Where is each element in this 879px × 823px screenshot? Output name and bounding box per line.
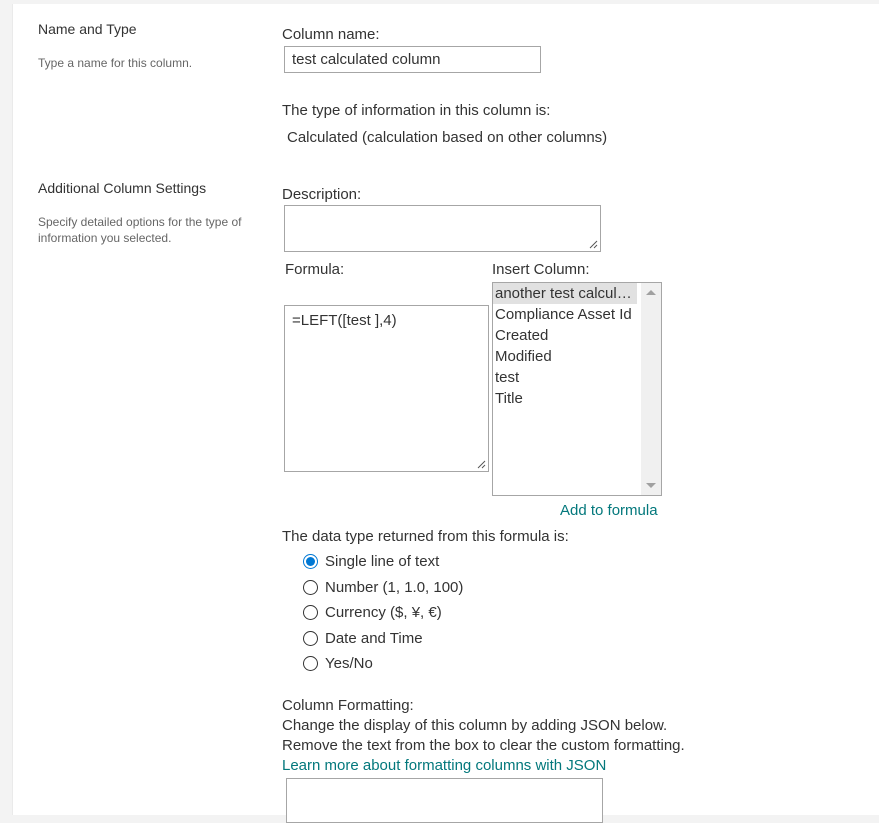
radio-button[interactable]	[303, 630, 318, 646]
return-type-option[interactable]: Single line of text	[303, 551, 439, 571]
insert-column-list: another test calculated columnCompliance…	[493, 283, 661, 409]
description-textarea[interactable]	[284, 205, 601, 252]
radio-label: Yes/No	[325, 654, 373, 672]
resize-grip-icon[interactable]	[476, 459, 486, 469]
name-and-type-title: Name and Type	[38, 21, 137, 37]
column-name-label: Column name:	[282, 26, 380, 43]
column-formatting-line2: Remove the text from the box to clear th…	[282, 737, 685, 754]
column-formatting-textarea[interactable]	[286, 778, 603, 823]
column-formatting-line1: Change the display of this column by add…	[282, 717, 668, 734]
column-settings-panel: Name and Type Type a name for this colum…	[12, 4, 879, 823]
return-type-option[interactable]: Currency ($, ¥, €)	[303, 602, 442, 622]
learn-more-json-link[interactable]: Learn more about formatting columns with…	[282, 756, 606, 776]
listbox-scrollbar[interactable]	[641, 283, 661, 495]
insert-column-option[interactable]: Compliance Asset Id	[493, 304, 637, 325]
radio-label: Currency ($, ¥, €)	[325, 603, 442, 621]
radio-label: Number (1, 1.0, 100)	[325, 578, 464, 596]
radio-label: Single line of text	[325, 552, 440, 570]
resize-grip-icon[interactable]	[588, 239, 598, 249]
insert-column-option[interactable]: Modified	[493, 346, 637, 367]
insert-column-label: Insert Column:	[492, 261, 590, 278]
insert-column-option[interactable]: Created	[493, 325, 637, 346]
type-info-value: Calculated (calculation based on other c…	[287, 129, 608, 146]
description-label: Description:	[282, 186, 362, 203]
scroll-up-icon[interactable]	[646, 290, 656, 295]
return-type-option[interactable]: Yes/No	[303, 653, 373, 673]
formula-label: Formula:	[285, 261, 345, 278]
formula-textarea[interactable]: =LEFT([test ],4)	[284, 305, 489, 472]
column-formatting-title: Column Formatting:	[282, 697, 414, 714]
type-info-label: The type of information in this column i…	[282, 102, 551, 119]
additional-settings-title: Additional Column Settings	[38, 180, 207, 196]
insert-column-listbox[interactable]: another test calculated columnCompliance…	[492, 282, 662, 496]
add-to-formula-link[interactable]: Add to formula	[560, 502, 658, 519]
radio-button[interactable]	[303, 579, 318, 595]
return-type-label: The data type returned from this formula…	[282, 528, 569, 545]
name-and-type-description: Type a name for this column.	[38, 56, 193, 70]
insert-column-option[interactable]: Title	[493, 388, 637, 409]
radio-button[interactable]	[303, 553, 318, 569]
radio-label: Date and Time	[325, 629, 423, 647]
insert-column-option[interactable]: another test calculated column	[493, 283, 637, 304]
radio-button[interactable]	[303, 604, 318, 620]
scroll-down-icon[interactable]	[646, 483, 656, 488]
insert-column-option[interactable]: test	[493, 367, 637, 388]
column-name-input[interactable]	[284, 46, 541, 73]
formula-value: =LEFT([test ],4)	[292, 312, 397, 329]
additional-settings-description: Specify detailed options for the type of…	[38, 215, 242, 245]
return-type-option[interactable]: Number (1, 1.0, 100)	[303, 577, 463, 597]
radio-button[interactable]	[303, 655, 318, 671]
return-type-option[interactable]: Date and Time	[303, 628, 423, 648]
